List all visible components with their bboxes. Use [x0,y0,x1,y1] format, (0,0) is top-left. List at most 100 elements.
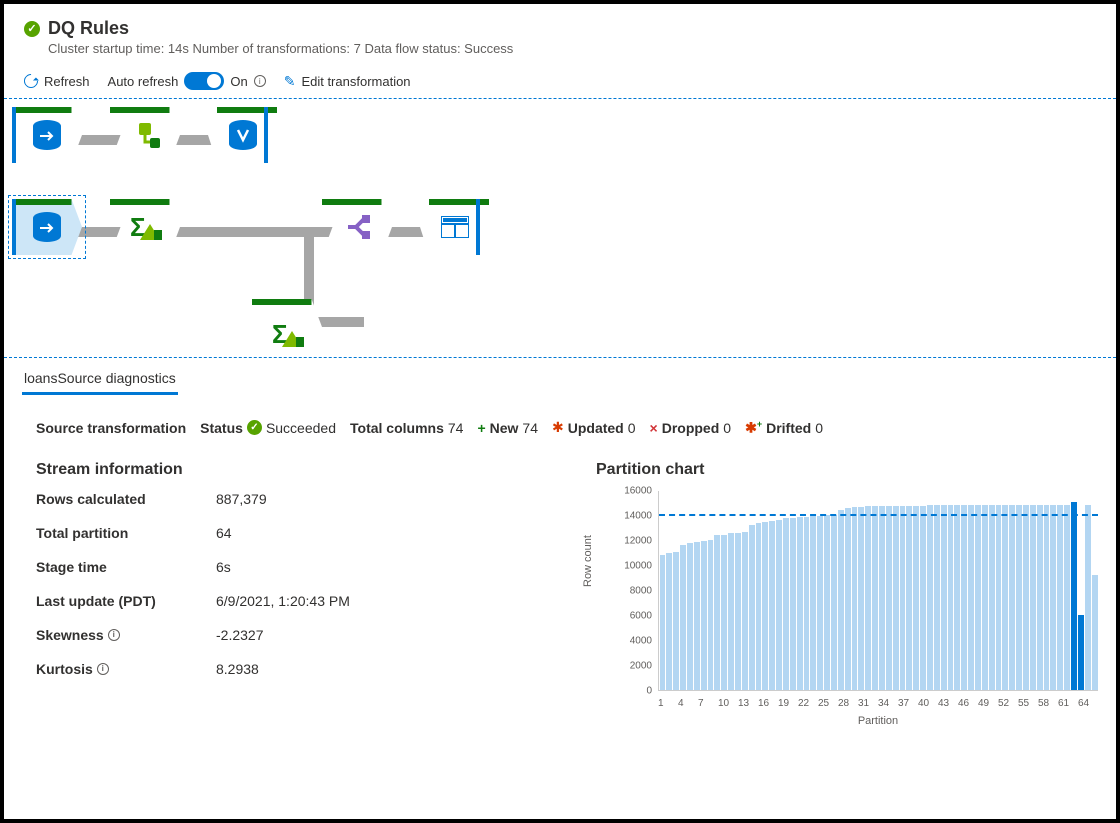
chart-bar[interactable] [1037,505,1043,690]
chart-bar[interactable] [721,535,727,690]
header: ✓ DQ Rules Cluster startup time: 14s Num… [4,4,1116,64]
chart-bar[interactable] [900,506,906,690]
chart-bar[interactable] [756,523,762,689]
chart-bar[interactable] [790,518,796,689]
chart-bar[interactable] [975,505,981,690]
chart-bar[interactable] [687,543,693,689]
chart-bar[interactable] [845,508,851,689]
chart-bar[interactable] [961,505,967,690]
database-sink-icon [226,118,260,152]
chart-bar[interactable] [701,541,707,690]
stream-title: Stream information [36,461,556,479]
chart-bar[interactable] [872,506,878,690]
chart-bar[interactable] [831,515,837,690]
chart-xlabel: Partition [658,715,1098,727]
chart-bar[interactable] [797,517,803,690]
chart-bar[interactable] [817,516,823,690]
flow-node-aggregate[interactable]: Σ [110,199,180,255]
chart-bar[interactable] [927,505,933,690]
chart-bar[interactable] [913,506,919,690]
info-icon[interactable]: i [108,629,120,641]
refresh-label: Refresh [44,74,90,89]
info-icon[interactable]: i [254,75,266,87]
chart-bar[interactable] [1071,502,1077,690]
info-icon[interactable]: i [97,663,109,675]
chart-bar[interactable] [749,525,755,690]
refresh-icon [21,71,41,91]
chart-bar[interactable] [783,518,789,689]
chart-bar[interactable] [954,505,960,690]
derive-icon [130,120,160,150]
chart-bar[interactable] [762,522,768,690]
chart-bar[interactable] [948,505,954,690]
chart-bar[interactable] [680,545,686,690]
toolbar: Refresh Auto refresh On i ✎ Edit transfo… [4,64,1116,98]
chart-bar[interactable] [810,516,816,690]
chart-bar[interactable] [776,520,782,690]
flow-node-sink-table[interactable] [420,199,490,255]
chart-bar[interactable] [735,533,741,689]
kurtosis-label: Kurtosisi [36,661,216,677]
chart-xaxis: 1471013161922252831343740434649525558616… [658,698,1098,709]
success-icon: ✓ [24,21,40,37]
chart-bar[interactable] [660,555,666,690]
chart-bar[interactable] [1044,505,1050,690]
chart-bar[interactable] [694,542,700,690]
flow-node-split[interactable] [322,199,392,255]
chart-bar[interactable] [893,506,899,690]
flow-node-sink[interactable] [208,107,278,163]
edit-transformation-button[interactable]: ✎ Edit transformation [284,73,411,90]
refresh-button[interactable]: Refresh [24,74,90,89]
chart-bar[interactable] [1057,505,1063,690]
chart-bar[interactable] [666,553,672,689]
chart-bar[interactable] [920,506,926,690]
chart-bar[interactable] [1092,575,1098,690]
flow-node-source-selected[interactable] [12,199,82,255]
flow-node-source[interactable] [12,107,82,163]
chart-bar[interactable] [804,517,810,690]
x-icon: × [650,420,658,436]
chart-bar[interactable] [1009,505,1015,690]
chart-bar[interactable] [1050,505,1056,690]
chart-bar[interactable] [838,510,844,690]
chart-bar[interactable] [1002,505,1008,690]
chart-bar[interactable] [1030,505,1036,690]
chart-bar[interactable] [852,507,858,690]
chart-bar[interactable] [1064,505,1070,690]
chart-bar[interactable] [968,505,974,690]
flow-node-transform[interactable] [110,107,180,163]
panel-tabs: loansSource diagnostics [4,358,1116,395]
chart-bar[interactable] [865,506,871,690]
partition-label: Total partition [36,525,216,541]
chart-bar[interactable] [673,552,679,690]
chart-bar[interactable] [1085,505,1091,690]
chart-bar[interactable] [1078,615,1084,690]
sigma-icon: Σ [270,319,304,349]
flow-node-aggregate-partial[interactable]: Σ [252,299,322,355]
chart-bar[interactable] [982,505,988,690]
chart-bar[interactable] [769,521,775,690]
auto-refresh-toggle[interactable] [184,72,224,90]
chart-bar[interactable] [1023,505,1029,690]
chart-bar[interactable] [989,505,995,690]
chart-bar[interactable] [708,540,714,690]
chart-bar[interactable] [906,506,912,690]
flow-graph[interactable]: Σ Σ [4,99,1116,357]
chart-bar[interactable] [742,532,748,690]
chart-bar[interactable] [728,533,734,689]
chart-bar[interactable] [1016,505,1022,690]
chart-yaxis: 0200040006000800010000120001400016000 [616,491,656,691]
partition-chart: Partition chart Row count 02000400060008… [596,461,1098,731]
chart-bar[interactable] [858,507,864,690]
rows-value: 887,379 [216,491,267,507]
edit-label: Edit transformation [301,74,410,89]
chart-bar[interactable] [934,505,940,690]
chart-bar[interactable] [941,505,947,690]
chart-bar[interactable] [996,505,1002,690]
chart-bar[interactable] [879,506,885,690]
chart-bar[interactable] [824,515,830,690]
chart-bar[interactable] [714,535,720,690]
chart-bar[interactable] [886,506,892,690]
tab-diagnostics[interactable]: loansSource diagnostics [22,364,178,395]
chart-plot[interactable] [658,491,1098,691]
